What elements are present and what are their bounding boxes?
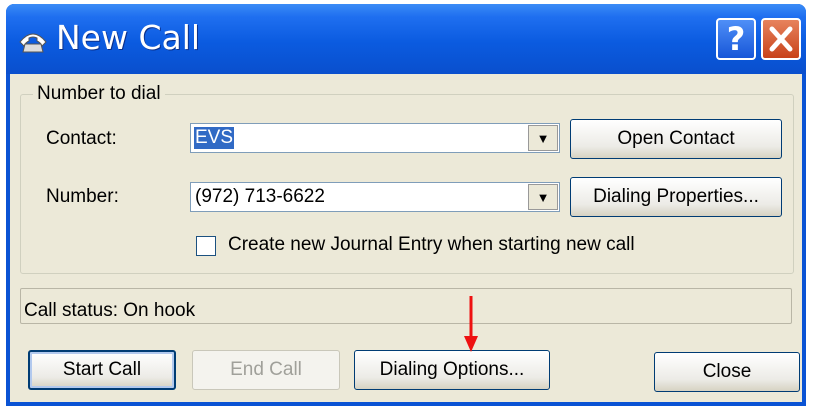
contact-value: EVS: [194, 127, 235, 149]
dropdown-arrow-icon: ▼: [536, 130, 550, 146]
help-button[interactable]: ?: [716, 18, 756, 60]
title-bar[interactable]: New Call ?: [6, 4, 806, 74]
number-label: Number:: [46, 186, 119, 207]
number-dropdown-button[interactable]: ▼: [528, 184, 558, 210]
dialog-client-area: Number to dial Contact: EVS ▼ Open Conta…: [10, 74, 802, 402]
contact-label: Contact:: [46, 128, 117, 149]
number-combobox[interactable]: (972) 713-6622 ▼: [190, 182, 560, 212]
close-button[interactable]: Close: [654, 352, 800, 392]
end-call-button[interactable]: End Call: [192, 350, 340, 390]
contact-combobox[interactable]: EVS ▼: [190, 123, 560, 153]
journal-entry-checkbox[interactable]: [196, 236, 216, 256]
new-call-window: New Call ? Number to dial Contact: EVS ▼…: [6, 4, 806, 406]
contact-dropdown-button[interactable]: ▼: [528, 125, 558, 151]
number-value: (972) 713-6622: [195, 186, 325, 207]
group-legend: Number to dial: [33, 83, 165, 105]
annotation-arrow-icon: [464, 296, 478, 352]
help-icon: ?: [726, 20, 746, 58]
open-contact-button[interactable]: Open Contact: [570, 119, 782, 159]
start-call-button[interactable]: Start Call: [28, 350, 176, 390]
dialing-properties-button[interactable]: Dialing Properties...: [570, 177, 782, 217]
close-window-button[interactable]: [761, 18, 801, 60]
dropdown-arrow-icon: ▼: [536, 189, 550, 205]
call-status-text: Call status: On hook: [24, 300, 196, 321]
telephone-icon: [19, 33, 47, 53]
journal-entry-label[interactable]: Create new Journal Entry when starting n…: [228, 234, 635, 256]
dialing-options-button[interactable]: Dialing Options...: [354, 350, 550, 390]
window-title: New Call: [56, 18, 201, 57]
close-x-icon: [769, 26, 793, 52]
